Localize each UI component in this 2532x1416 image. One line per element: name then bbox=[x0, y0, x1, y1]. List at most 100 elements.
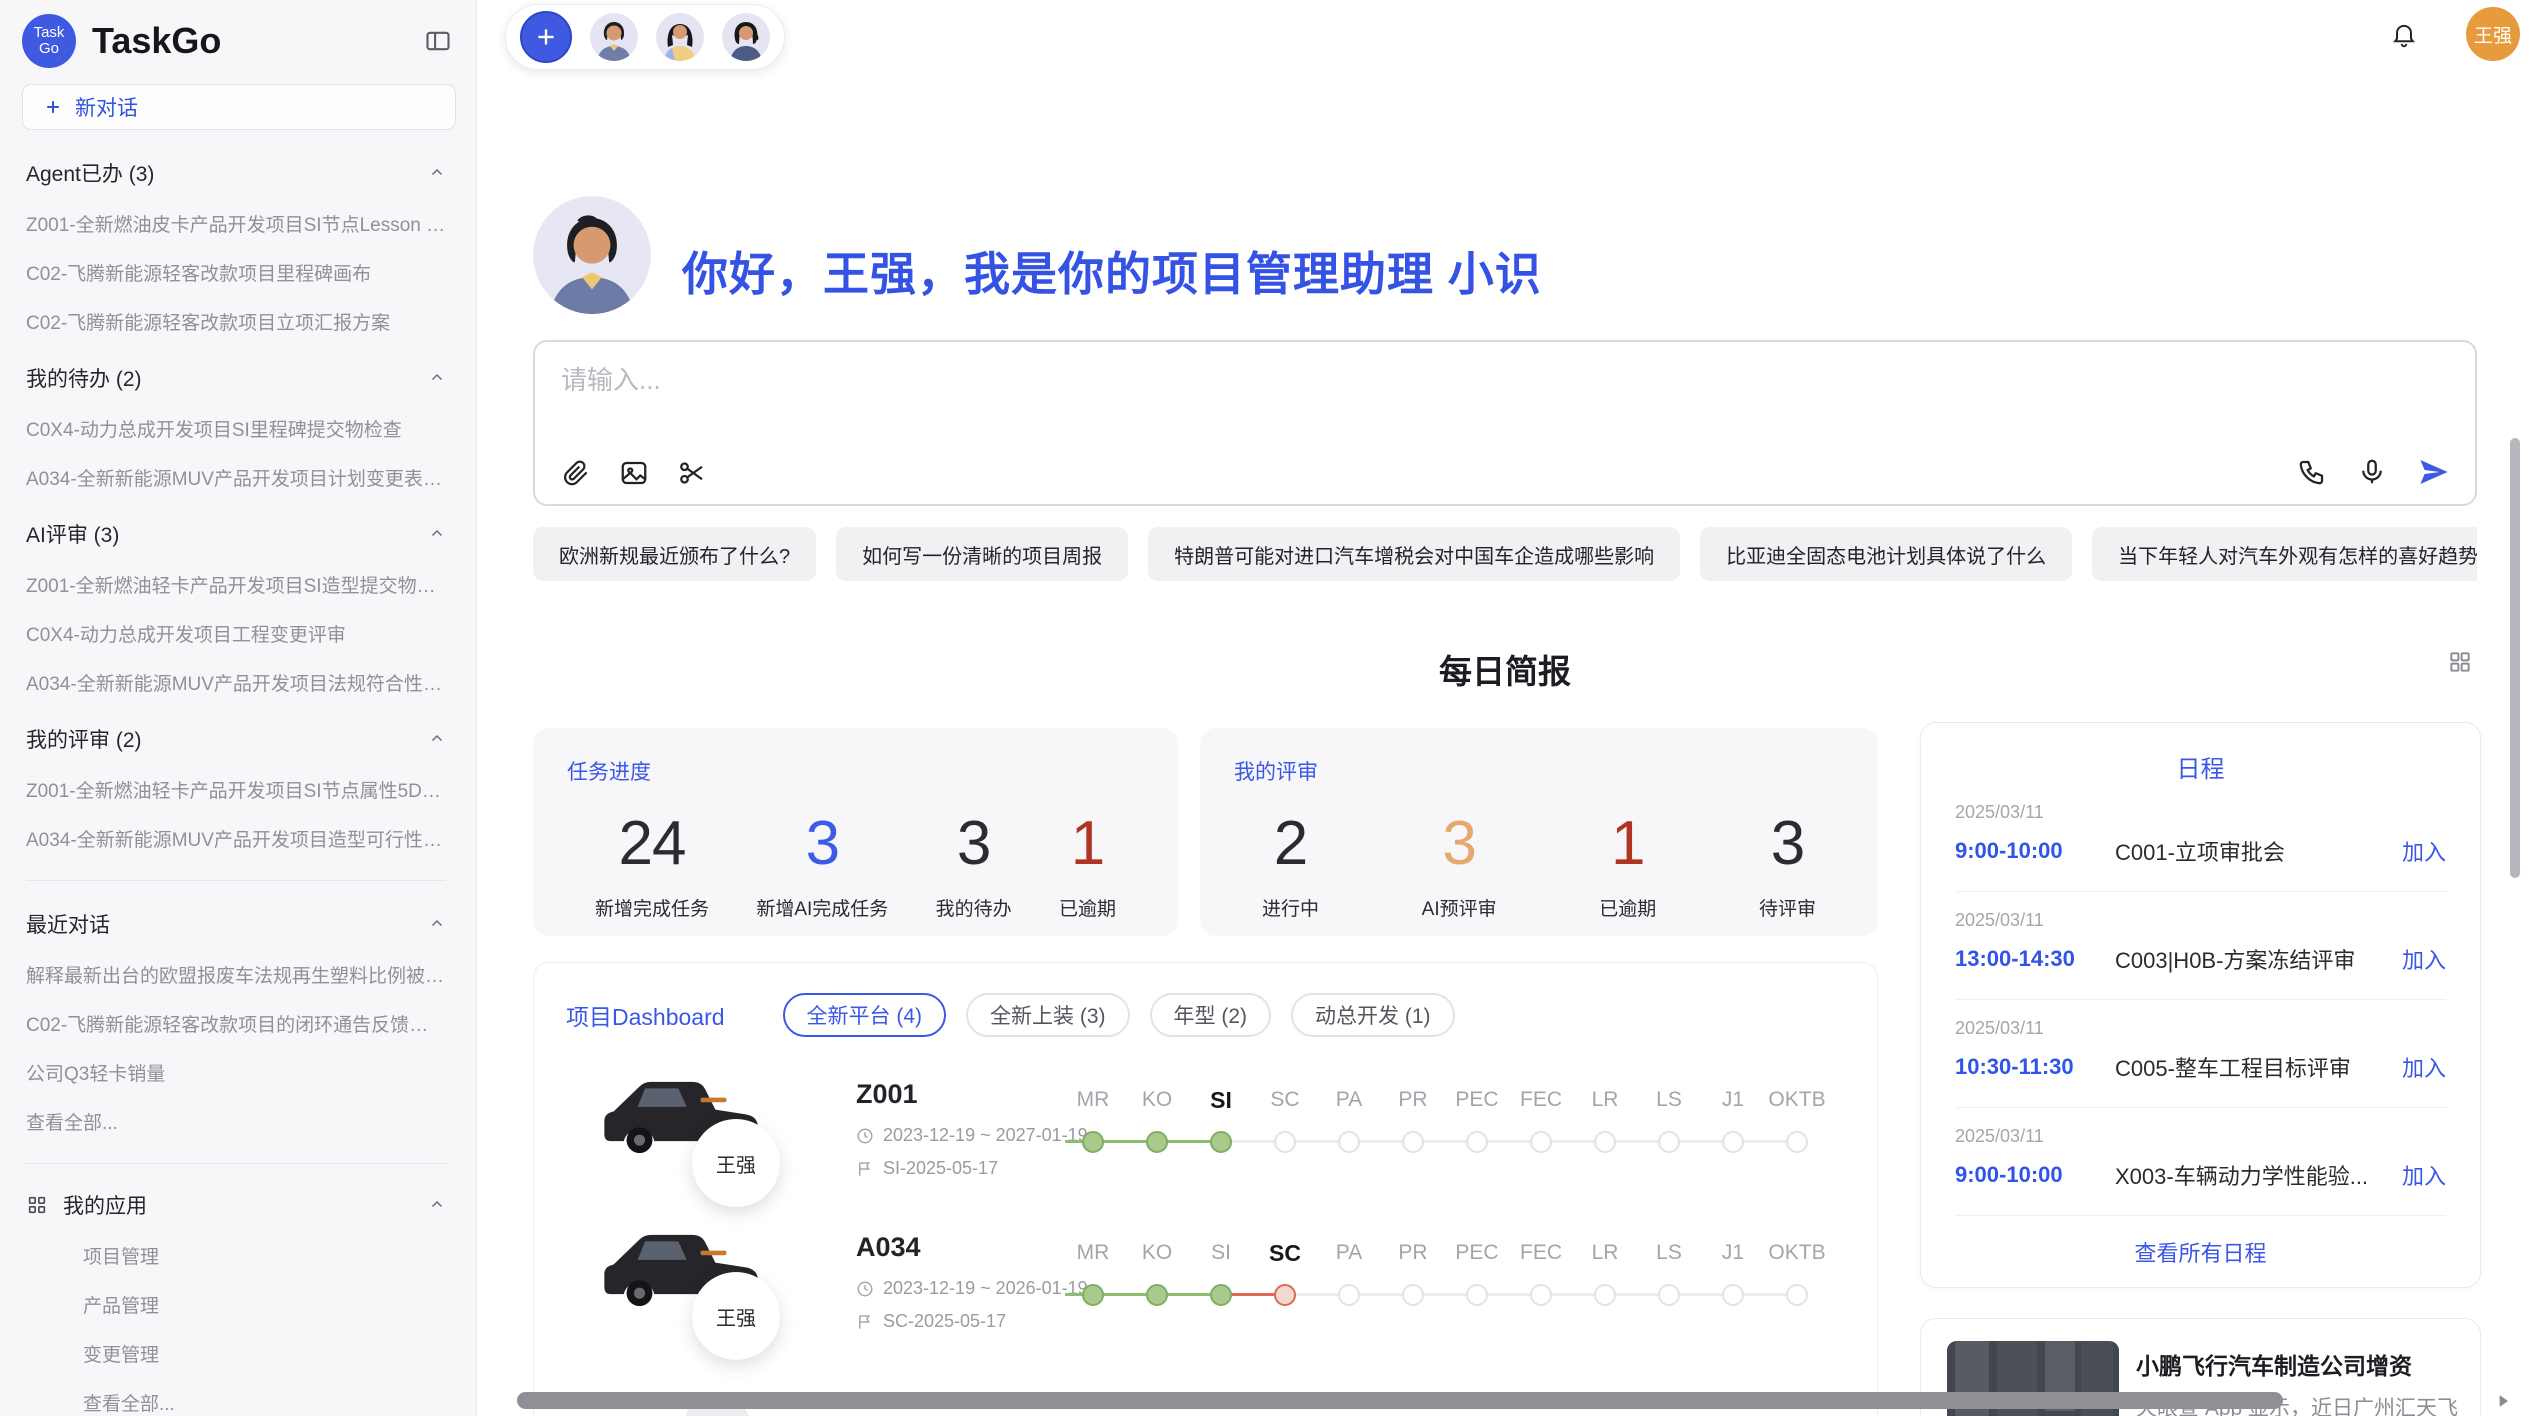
news-title: 小鹏飞行汽车制造公司增资 bbox=[2136, 1347, 2461, 1381]
new-chat-button[interactable]: 新对话 bbox=[22, 84, 456, 130]
section-header-agent-done[interactable]: Agent已办 (3) bbox=[26, 158, 446, 188]
milestone-dot-pending bbox=[1402, 1131, 1424, 1153]
agent-avatar-3[interactable] bbox=[722, 13, 770, 61]
section-header-recent[interactable]: 最近对话 bbox=[26, 909, 446, 939]
app-item-product-mgmt[interactable]: 产品管理 bbox=[83, 1291, 446, 1318]
join-link[interactable]: 加入 bbox=[2402, 1051, 2446, 1083]
scroll-right-arrow-icon[interactable] bbox=[2493, 1391, 2513, 1411]
horizontal-scrollbar[interactable] bbox=[517, 1392, 2283, 1409]
app-item-change-mgmt[interactable]: 变更管理 bbox=[83, 1340, 446, 1367]
sidebar-item[interactable]: Z001-全新燃油轻卡产品开发项目SI造型提交物评审 bbox=[26, 571, 446, 598]
suggestion-chip[interactable]: 当下年轻人对汽车外观有怎样的喜好趋势 bbox=[2092, 527, 2477, 581]
recent-chat-item[interactable]: 解释最新出台的欧盟报废车法规再生塑料比例被调至15%... bbox=[26, 961, 446, 988]
notification-bell-icon[interactable] bbox=[2390, 20, 2418, 48]
stat-label: 进行中 bbox=[1262, 894, 1319, 921]
milestone-dot-done bbox=[1146, 1131, 1168, 1153]
apps-view-all[interactable]: 查看全部... bbox=[83, 1389, 446, 1416]
stat-row: 2进行中 3AI预评审 1已逾期 3待评审 bbox=[1234, 812, 1844, 921]
recent-chat-item[interactable]: C02-飞腾新能源轻客改款项目的闭环通告反馈情况 bbox=[26, 1010, 446, 1037]
section-header-my-review[interactable]: 我的评审 (2) bbox=[26, 724, 446, 754]
image-upload-icon[interactable] bbox=[619, 458, 649, 488]
send-icon[interactable] bbox=[2417, 456, 2449, 488]
app-item-project-mgmt[interactable]: 项目管理 bbox=[83, 1242, 446, 1269]
stat-value: 3 bbox=[936, 812, 1012, 876]
clock-icon bbox=[856, 1127, 874, 1145]
entry-date: 2025/03/11 bbox=[1955, 910, 2446, 931]
recent-view-all[interactable]: 查看全部... bbox=[26, 1108, 446, 1135]
sidebar-item[interactable]: A034-全新新能源MUV产品开发项目造型可行性评审 bbox=[26, 825, 446, 852]
suggestion-chips: 欧洲新规最近颁布了什么? 如何写一份清晰的项目周报 特朗普可能对进口汽车增税会对… bbox=[533, 527, 2477, 581]
stat: 3 我的待办 bbox=[936, 812, 1012, 921]
layout-grid-icon[interactable] bbox=[2447, 649, 2473, 675]
section-header-ai-review[interactable]: AI评审 (3) bbox=[26, 519, 446, 549]
collapse-sidebar-icon[interactable] bbox=[424, 27, 452, 55]
main-area: 王强 你好，王强，我是你的项目管理助理 小识 欧洲新规最近颁布了什么? 如何写一… bbox=[477, 0, 2532, 1416]
sidebar-item-my-apps[interactable]: 我的应用 bbox=[26, 1190, 446, 1220]
attachment-icon[interactable] bbox=[561, 458, 591, 488]
entry-title: C005-整车工程目标评审 bbox=[2115, 1051, 2402, 1083]
stat-value: 24 bbox=[595, 812, 709, 876]
sidebar-item[interactable]: C02-飞腾新能源轻客改款项目立项汇报方案 bbox=[26, 308, 446, 335]
chevron-up-icon bbox=[428, 1196, 446, 1214]
milestone-dot-done bbox=[1082, 1131, 1104, 1153]
milestone-dot-done bbox=[1146, 1284, 1168, 1306]
sidebar-item[interactable]: A034-全新新能源MUV产品开发项目计划变更表编写 bbox=[26, 464, 446, 491]
milestone-dot-pending bbox=[1466, 1131, 1488, 1153]
milestone-dot-pending bbox=[1530, 1131, 1552, 1153]
stat: 1已逾期 bbox=[1059, 812, 1116, 921]
chat-input[interactable] bbox=[561, 360, 2261, 422]
input-left-tools bbox=[561, 458, 707, 488]
agent-avatar-2[interactable] bbox=[656, 13, 704, 61]
project-code: A034 bbox=[856, 1232, 921, 1263]
join-link[interactable]: 加入 bbox=[2402, 1159, 2446, 1191]
entry-time: 10:30-11:30 bbox=[1955, 1054, 2101, 1080]
stat-label: 我的待办 bbox=[936, 894, 1012, 921]
sidebar-item[interactable]: C0X4-动力总成开发项目SI里程碑提交物检查 bbox=[26, 415, 446, 442]
entry-date: 2025/03/11 bbox=[1955, 802, 2446, 823]
agent-avatar-1[interactable] bbox=[590, 13, 638, 61]
user-avatar[interactable]: 王强 bbox=[2466, 7, 2520, 61]
sidebar-scroll: Agent已办 (3) Z001-全新燃油皮卡产品开发项目SI节点Lesson … bbox=[0, 158, 476, 1416]
suggestion-chip[interactable]: 比亚迪全固态电池计划具体说了什么 bbox=[1700, 527, 2072, 581]
entry-title: C003|H0B-方案冻结评审 bbox=[2115, 943, 2402, 975]
milestone-dot-done bbox=[1082, 1284, 1104, 1306]
microphone-icon[interactable] bbox=[2357, 457, 2387, 487]
milestone-dot-pending bbox=[1338, 1284, 1360, 1306]
scissors-icon[interactable] bbox=[677, 458, 707, 488]
join-link[interactable]: 加入 bbox=[2402, 835, 2446, 867]
agent-avatar-group bbox=[505, 4, 785, 70]
stat: 24新增完成任务 bbox=[595, 812, 709, 921]
milestone-dot-pending bbox=[1594, 1284, 1616, 1306]
phone-call-icon[interactable] bbox=[2297, 457, 2327, 487]
entry-title: C001-立项审批会 bbox=[2115, 835, 2402, 867]
sidebar-item[interactable]: C02-飞腾新能源轻客改款项目里程碑画布 bbox=[26, 259, 446, 286]
project-flag: SC-2025-05-17 bbox=[856, 1311, 1006, 1332]
project-code: Z001 bbox=[856, 1079, 918, 1110]
milestone-dot-done bbox=[1210, 1131, 1232, 1153]
sidebar-item[interactable]: Z001-全新燃油轻卡产品开发项目SI节点属性5D文件评审 bbox=[26, 776, 446, 803]
stat: 3新增AI完成任务 bbox=[756, 812, 888, 921]
schedule-card: 日程 2025/03/11 9:00-10:00 C001-立项审批会 加入 2… bbox=[1920, 722, 2481, 1288]
project-flag-text: SC-2025-05-17 bbox=[883, 1311, 1006, 1332]
stat-value: 1 bbox=[1599, 812, 1656, 876]
chevron-up-icon bbox=[428, 369, 446, 387]
card-title: 我的评审 bbox=[1234, 756, 1844, 786]
section-label: 我的待办 (2) bbox=[26, 363, 428, 393]
briefing-title: 每日简报 bbox=[533, 645, 2477, 693]
sidebar-item[interactable]: A034-全新新能源MUV产品开发项目法规符合性评审 bbox=[26, 669, 446, 696]
chat-input-card bbox=[533, 340, 2477, 506]
sidebar-item[interactable]: C0X4-动力总成开发项目工程变更评审 bbox=[26, 620, 446, 647]
recent-chat-item[interactable]: 公司Q3轻卡销量 bbox=[26, 1059, 446, 1086]
join-link[interactable]: 加入 bbox=[2402, 943, 2446, 975]
sidebar-item[interactable]: Z001-全新燃油皮卡产品开发项目SI节点Lesson Learn报告 bbox=[26, 210, 446, 237]
project-dates: 2023-12-19 ~ 2027-01-19 bbox=[856, 1125, 1088, 1146]
add-agent-button[interactable] bbox=[520, 11, 572, 63]
section-header-my-todo[interactable]: 我的待办 (2) bbox=[26, 363, 446, 393]
suggestion-chip[interactable]: 特朗普可能对进口汽车增税会对中国车企造成哪些影响 bbox=[1148, 527, 1680, 581]
vertical-scrollbar[interactable] bbox=[2510, 438, 2520, 878]
view-all-schedule-link[interactable]: 查看所有日程 bbox=[1955, 1236, 2446, 1268]
suggestion-chip[interactable]: 欧洲新规最近颁布了什么? bbox=[533, 527, 816, 581]
chevron-up-icon bbox=[428, 525, 446, 543]
milestone-dot-pending bbox=[1722, 1131, 1744, 1153]
suggestion-chip[interactable]: 如何写一份清晰的项目周报 bbox=[836, 527, 1128, 581]
